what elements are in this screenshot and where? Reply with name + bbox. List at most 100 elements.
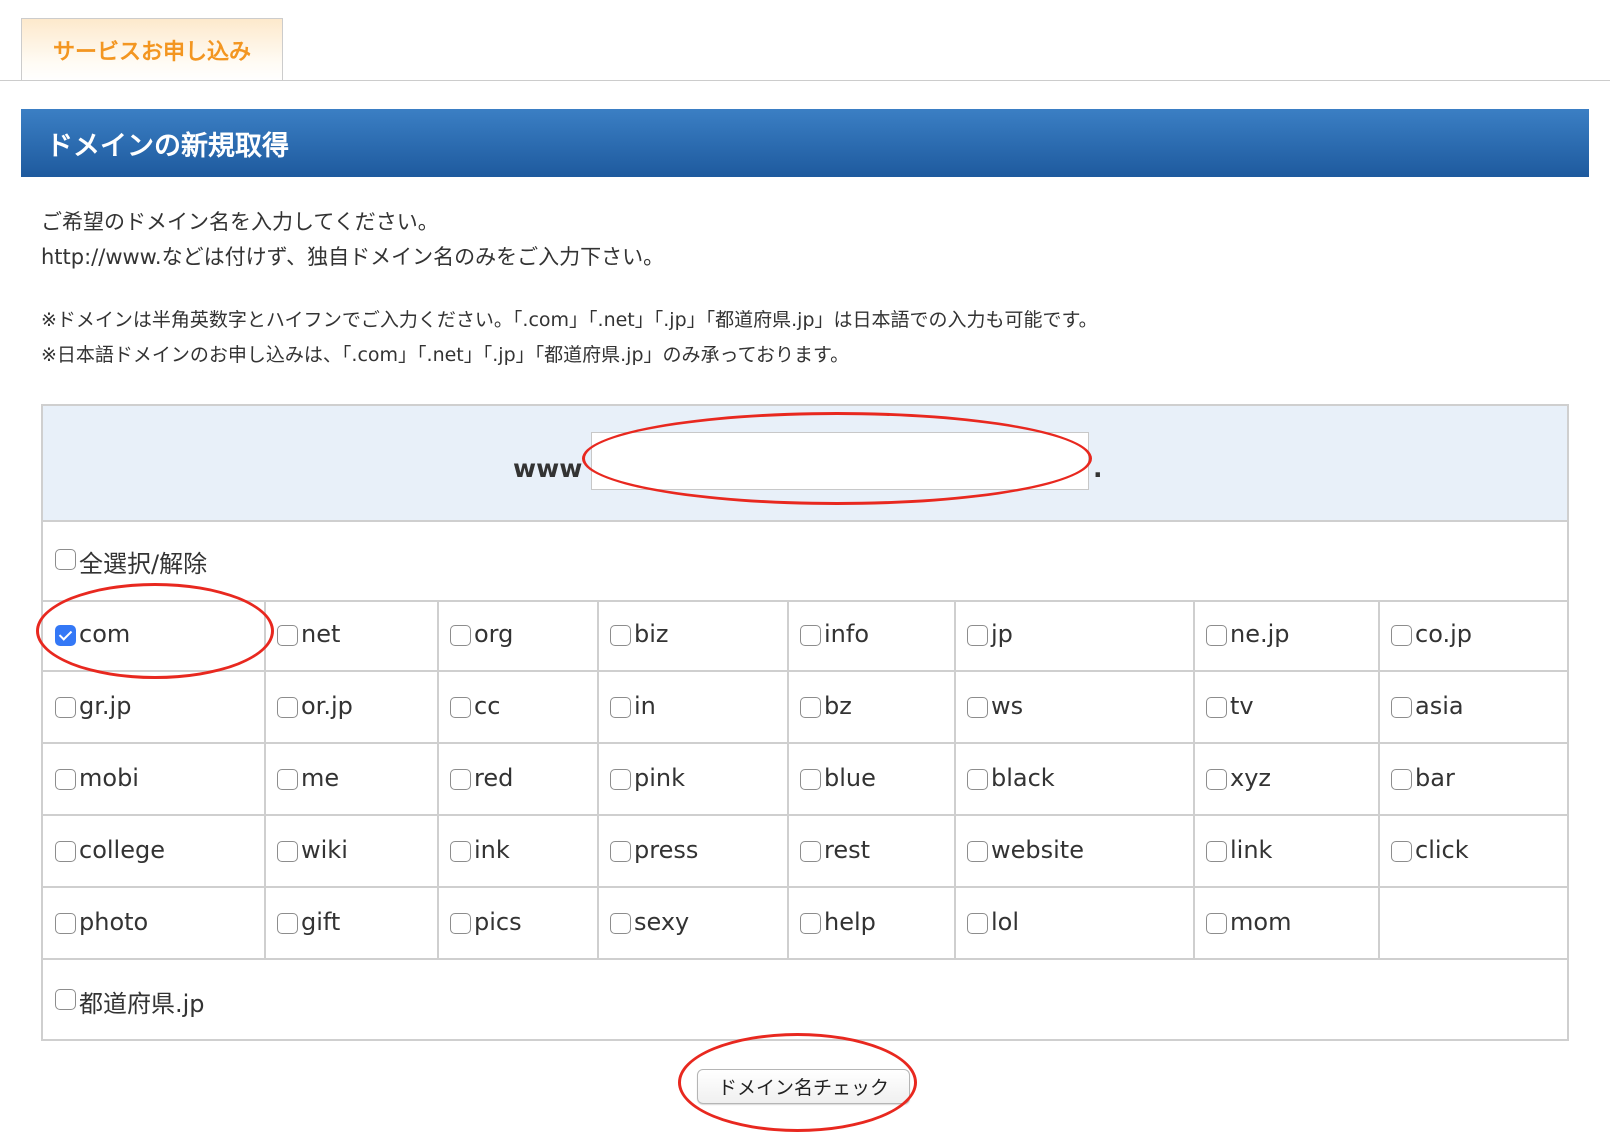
tld-label-cc: cc (474, 692, 501, 720)
tld-checkbox-cc[interactable] (450, 697, 471, 718)
tld-label-jp: jp (991, 620, 1013, 648)
domain-check-button[interactable]: ドメイン名チェック (697, 1069, 910, 1104)
select-all-checkbox[interactable] (55, 549, 76, 570)
tld-checkbox-pics[interactable] (450, 913, 471, 934)
tld-label-gift: gift (301, 908, 341, 936)
note-text-1: ※ドメインは半角英数字とハイフンでご入力ください。「.com」「.net」「.j… (41, 309, 1098, 331)
tld-checkbox-gr-jp[interactable] (55, 697, 76, 718)
tld-checkbox-click[interactable] (1391, 841, 1412, 862)
grid-column-divider (1378, 600, 1380, 960)
tld-cell: press (598, 816, 788, 888)
tld-cell: info (788, 600, 955, 672)
tld-checkbox-me[interactable] (277, 769, 298, 790)
tld-checkbox-in[interactable] (610, 697, 631, 718)
tld-label-red: red (474, 764, 514, 792)
tld-checkbox-wiki[interactable] (277, 841, 298, 862)
tld-checkbox-bar[interactable] (1391, 769, 1412, 790)
tld-cell: help (788, 888, 955, 960)
tld-checkbox-com[interactable] (55, 625, 76, 646)
tld-checkbox-org[interactable] (450, 625, 471, 646)
tld-checkbox-ink[interactable] (450, 841, 471, 862)
tld-checkbox-or-jp[interactable] (277, 697, 298, 718)
tld-checkbox-red[interactable] (450, 769, 471, 790)
tld-checkbox-ne-jp[interactable] (1206, 625, 1227, 646)
tld-cell (1379, 888, 1567, 960)
tld-label-link: link (1230, 836, 1273, 864)
tab-divider (0, 80, 1610, 81)
domain-input-row: www . (43, 406, 1567, 522)
tld-cell: ne.jp (1194, 600, 1379, 672)
tld-checkbox-bz[interactable] (800, 697, 821, 718)
select-all-label: 全選択/解除 (79, 550, 208, 578)
www-prefix: www (513, 454, 583, 483)
tld-cell: or.jp (265, 672, 438, 744)
tld-label-sexy: sexy (634, 908, 690, 936)
domain-name-input[interactable] (591, 432, 1089, 490)
tld-cell: net (265, 600, 438, 672)
tld-cell: college (43, 816, 265, 888)
tld-checkbox-info[interactable] (800, 625, 821, 646)
tld-label-co-jp: co.jp (1415, 620, 1472, 648)
tld-label-ws: ws (991, 692, 1024, 720)
intro-text-1: ご希望のドメイン名を入力してください。 (41, 210, 439, 234)
grid-column-divider (954, 600, 956, 960)
tld-checkbox-jp[interactable] (967, 625, 988, 646)
tld-cell: link (1194, 816, 1379, 888)
tld-label-ne-jp: ne.jp (1230, 620, 1290, 648)
tld-checkbox-mobi[interactable] (55, 769, 76, 790)
tld-cell: gift (265, 888, 438, 960)
tld-checkbox-photo[interactable] (55, 913, 76, 934)
grid-column-divider (787, 600, 789, 960)
tld-checkbox-net[interactable] (277, 625, 298, 646)
domain-form-panel: www . 全選択/解除 com net org biz info jp ne.jp co.j… (41, 404, 1569, 1041)
tld-label-blue: blue (824, 764, 876, 792)
tld-cell: blue (788, 744, 955, 816)
tld-cell: biz (598, 600, 788, 672)
tld-checkbox-biz[interactable] (610, 625, 631, 646)
tld-cell: website (955, 816, 1194, 888)
tld-cell: co.jp (1379, 600, 1567, 672)
tld-cell: wiki (265, 816, 438, 888)
tld-label-mobi: mobi (79, 764, 139, 792)
tld-label-bz: bz (824, 692, 852, 720)
tld-cell: bz (788, 672, 955, 744)
intro-text-2: http://www.などは付けず、独自ドメイン名のみをご入力下さい。 (41, 245, 665, 269)
tld-checkbox-gift[interactable] (277, 913, 298, 934)
prefecture-jp-checkbox[interactable] (55, 989, 76, 1010)
tld-label-lol: lol (991, 908, 1020, 936)
tld-cell: tv (1194, 672, 1379, 744)
tld-checkbox-college[interactable] (55, 841, 76, 862)
tld-checkbox-pink[interactable] (610, 769, 631, 790)
tld-label-biz: biz (634, 620, 669, 648)
tld-checkbox-website[interactable] (967, 841, 988, 862)
tld-label-in: in (634, 692, 656, 720)
tld-checkbox-link[interactable] (1206, 841, 1227, 862)
tld-checkbox-blue[interactable] (800, 769, 821, 790)
tld-cell: mobi (43, 744, 265, 816)
tld-checkbox-tv[interactable] (1206, 697, 1227, 718)
tld-checkbox-asia[interactable] (1391, 697, 1412, 718)
tld-checkbox-sexy[interactable] (610, 913, 631, 934)
tld-checkbox-co-jp[interactable] (1391, 625, 1412, 646)
tld-checkbox-help[interactable] (800, 913, 821, 934)
tld-checkbox-rest[interactable] (800, 841, 821, 862)
dot-suffix: . (1093, 454, 1103, 483)
tld-checkbox-xyz[interactable] (1206, 769, 1227, 790)
tld-label-click: click (1415, 836, 1469, 864)
grid-column-divider (1193, 600, 1195, 960)
note-text-2: ※日本語ドメインのお申し込みは、「.com」「.net」「.jp」「都道府県.j… (41, 344, 850, 366)
tld-cell: jp (955, 600, 1194, 672)
tld-label-xyz: xyz (1230, 764, 1272, 792)
tld-checkbox-lol[interactable] (967, 913, 988, 934)
tld-checkbox-ws[interactable] (967, 697, 988, 718)
tld-checkbox-press[interactable] (610, 841, 631, 862)
tld-cell: bar (1379, 744, 1567, 816)
tld-checkbox-black[interactable] (967, 769, 988, 790)
tld-cell: cc (438, 672, 598, 744)
tld-label-com: com (79, 620, 131, 648)
tld-cell: pics (438, 888, 598, 960)
tld-checkbox-mom[interactable] (1206, 913, 1227, 934)
tab-service-application[interactable]: サービスお申し込み (21, 18, 283, 81)
tld-label-org: org (474, 620, 514, 648)
tld-cell: org (438, 600, 598, 672)
